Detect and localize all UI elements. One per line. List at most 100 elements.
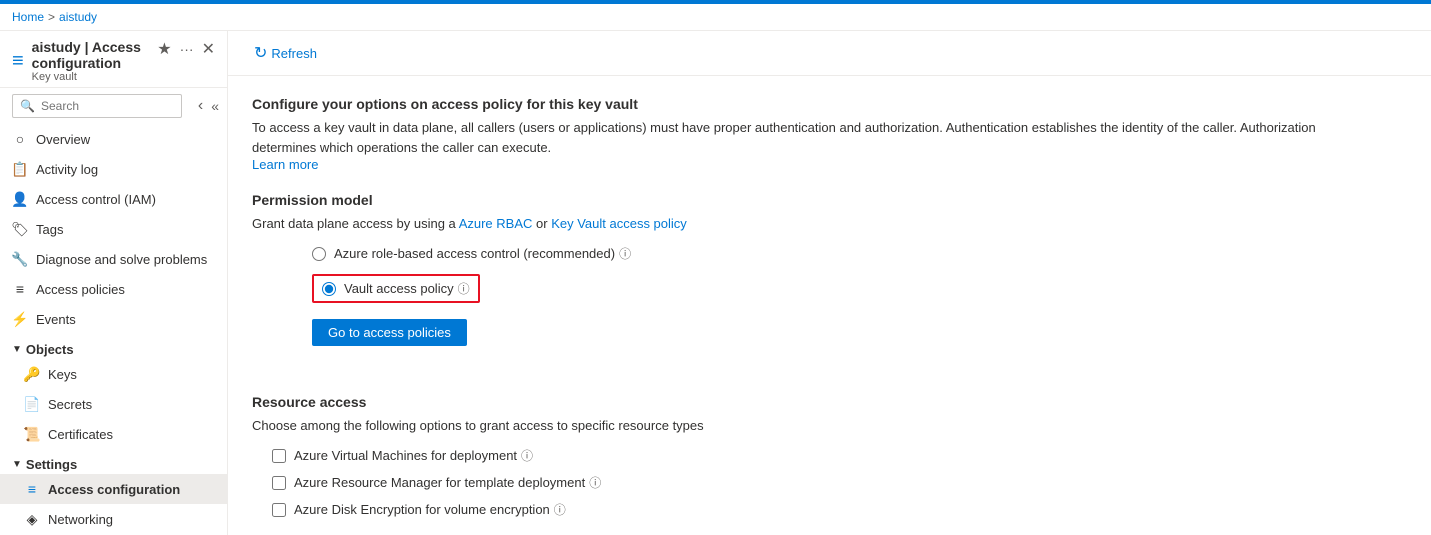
resource-access-title: Resource access <box>252 394 1407 410</box>
go-to-access-policies-button[interactable]: Go to access policies <box>312 319 467 346</box>
sidebar-item-secrets[interactable]: 📄 Secrets <box>0 389 227 419</box>
settings-chevron-icon: ▼ <box>12 459 22 470</box>
checkbox-group: Azure Virtual Machines for deployment ⓘ … <box>272 447 1407 518</box>
sidebar-item-activity-log[interactable]: 📋 Activity log <box>0 154 227 184</box>
sidebar-item-tags[interactable]: 🏷 Tags <box>0 214 227 244</box>
permission-model-desc: Grant data plane access by using a Azure… <box>252 216 1407 231</box>
secrets-icon: 📄 <box>24 396 40 412</box>
sidebar-item-access-configuration[interactable]: ≡ Access configuration <box>0 474 227 504</box>
breadcrumb-separator: > <box>48 10 55 24</box>
radio-option-rbac[interactable]: Azure role-based access control (recomme… <box>312 245 1407 262</box>
disk-info-icon[interactable]: ⓘ <box>554 501 566 518</box>
sidebar-item-access-policies[interactable]: ≡ Access policies <box>0 274 227 304</box>
vault-label: Vault access policy ⓘ <box>344 280 470 297</box>
vm-info-icon[interactable]: ⓘ <box>521 447 533 464</box>
sidebar-item-access-control[interactable]: 👤 Access control (IAM) <box>0 184 227 214</box>
arm-label: Azure Resource Manager for template depl… <box>294 474 601 491</box>
search-row: 🔍 ‹ « <box>0 88 227 124</box>
search-icon: 🔍 <box>20 99 35 113</box>
access-config-icon: ≡ <box>24 481 40 497</box>
vault-info-icon[interactable]: ⓘ <box>458 280 470 297</box>
favorite-button[interactable]: ★ <box>157 39 171 59</box>
arm-info-icon[interactable]: ⓘ <box>589 474 601 491</box>
vault-access-link[interactable]: Key Vault access policy <box>551 216 687 231</box>
checkbox-disk[interactable]: Azure Disk Encryption for volume encrypt… <box>272 501 1407 518</box>
arm-checkbox[interactable] <box>272 476 286 490</box>
checkbox-vm[interactable]: Azure Virtual Machines for deployment ⓘ <box>272 447 1407 464</box>
sidebar-item-overview[interactable]: ○ Overview <box>0 124 227 154</box>
search-collapse[interactable]: « <box>207 96 223 116</box>
keys-icon: 🔑 <box>24 366 40 382</box>
breadcrumb-current[interactable]: aistudy <box>59 10 97 24</box>
sidebar: ≡ aistudy | Access configuration Key vau… <box>0 31 228 535</box>
sidebar-item-certificates[interactable]: 📜 Certificates <box>0 419 227 449</box>
search-input[interactable] <box>12 94 182 118</box>
configure-desc: To access a key vault in data plane, all… <box>252 118 1352 157</box>
page-title: aistudy | Access configuration <box>32 39 158 71</box>
objects-section-toggle[interactable]: ▼ Objects <box>0 334 227 359</box>
activity-log-icon: 📋 <box>12 161 28 177</box>
sidebar-item-networking[interactable]: ◈ Networking <box>0 504 227 534</box>
sidebar-item-activity-log-label: Activity log <box>36 162 98 177</box>
vm-label: Azure Virtual Machines for deployment ⓘ <box>294 447 533 464</box>
configure-section: Configure your options on access policy … <box>252 96 1407 172</box>
overview-icon: ○ <box>12 131 28 147</box>
checkbox-arm[interactable]: Azure Resource Manager for template depl… <box>272 474 1407 491</box>
sidebar-item-access-control-label: Access control (IAM) <box>36 192 156 207</box>
breadcrumb-home[interactable]: Home <box>12 10 44 24</box>
rbac-info-icon[interactable]: ⓘ <box>619 245 631 262</box>
content-area: Configure your options on access policy … <box>228 76 1431 535</box>
sidebar-item-events-label: Events <box>36 312 76 327</box>
sidebar-nav: ○ Overview 📋 Activity log 👤 Access contr… <box>0 124 227 535</box>
settings-section-toggle[interactable]: ▼ Settings <box>0 449 227 474</box>
learn-more-link[interactable]: Learn more <box>252 157 318 172</box>
search-nav-back[interactable]: ‹ <box>194 95 207 117</box>
radio-option-vault[interactable]: Vault access policy ⓘ <box>312 274 1407 303</box>
azure-rbac-link[interactable]: Azure RBAC <box>459 216 533 231</box>
tags-icon: 🏷 <box>12 221 28 237</box>
vm-checkbox[interactable] <box>272 449 286 463</box>
disk-label: Azure Disk Encryption for volume encrypt… <box>294 501 566 518</box>
access-policies-icon: ≡ <box>12 281 28 297</box>
vault-option-highlighted: Vault access policy ⓘ <box>312 274 480 303</box>
sidebar-item-keys-label: Keys <box>48 367 77 382</box>
vault-radio[interactable] <box>322 282 336 296</box>
sidebar-item-certificates-label: Certificates <box>48 427 113 442</box>
resource-access-section: Resource access Choose among the followi… <box>252 394 1407 518</box>
sidebar-item-tags-label: Tags <box>36 222 63 237</box>
access-control-icon: 👤 <box>12 191 28 207</box>
rbac-label: Azure role-based access control (recomme… <box>334 245 631 262</box>
refresh-label: Refresh <box>271 46 317 61</box>
permission-model-title: Permission model <box>252 192 1407 208</box>
sidebar-item-events[interactable]: ⚡ Events <box>0 304 227 334</box>
configure-title: Configure your options on access policy … <box>252 96 1407 112</box>
toolbar: ↻ Refresh <box>228 31 1431 76</box>
certificates-icon: 📜 <box>24 426 40 442</box>
sidebar-item-diagnose-label: Diagnose and solve problems <box>36 252 207 267</box>
events-icon: ⚡ <box>12 311 28 327</box>
breadcrumb: Home > aistudy <box>0 4 1431 31</box>
objects-section-label: Objects <box>26 342 74 357</box>
disk-checkbox[interactable] <box>272 503 286 517</box>
key-vault-icon: ≡ <box>12 50 24 73</box>
refresh-icon: ↻ <box>254 43 267 63</box>
rbac-radio[interactable] <box>312 247 326 261</box>
sidebar-item-keys[interactable]: 🔑 Keys <box>0 359 227 389</box>
more-options-button[interactable]: ··· <box>180 41 194 57</box>
sidebar-item-access-policies-label: Access policies <box>36 282 125 297</box>
radio-group: Azure role-based access control (recomme… <box>312 245 1407 303</box>
resource-access-desc: Choose among the following options to gr… <box>252 418 1407 433</box>
sidebar-item-networking-label: Networking <box>48 512 113 527</box>
diagnose-icon: 🔧 <box>12 251 28 267</box>
sidebar-item-diagnose[interactable]: 🔧 Diagnose and solve problems <box>0 244 227 274</box>
sidebar-item-overview-label: Overview <box>36 132 90 147</box>
permission-model-section: Permission model Grant data plane access… <box>252 192 1407 370</box>
close-button[interactable]: ✕ <box>202 39 215 59</box>
sidebar-item-secrets-label: Secrets <box>48 397 92 412</box>
sidebar-header: ≡ aistudy | Access configuration Key vau… <box>0 31 227 88</box>
main-content: ↻ Refresh Configure your options on acce… <box>228 31 1431 535</box>
search-box: 🔍 <box>12 94 182 118</box>
refresh-button[interactable]: ↻ Refresh <box>248 39 323 67</box>
objects-chevron-icon: ▼ <box>12 344 22 355</box>
page-subtitle: Key vault <box>32 71 158 83</box>
